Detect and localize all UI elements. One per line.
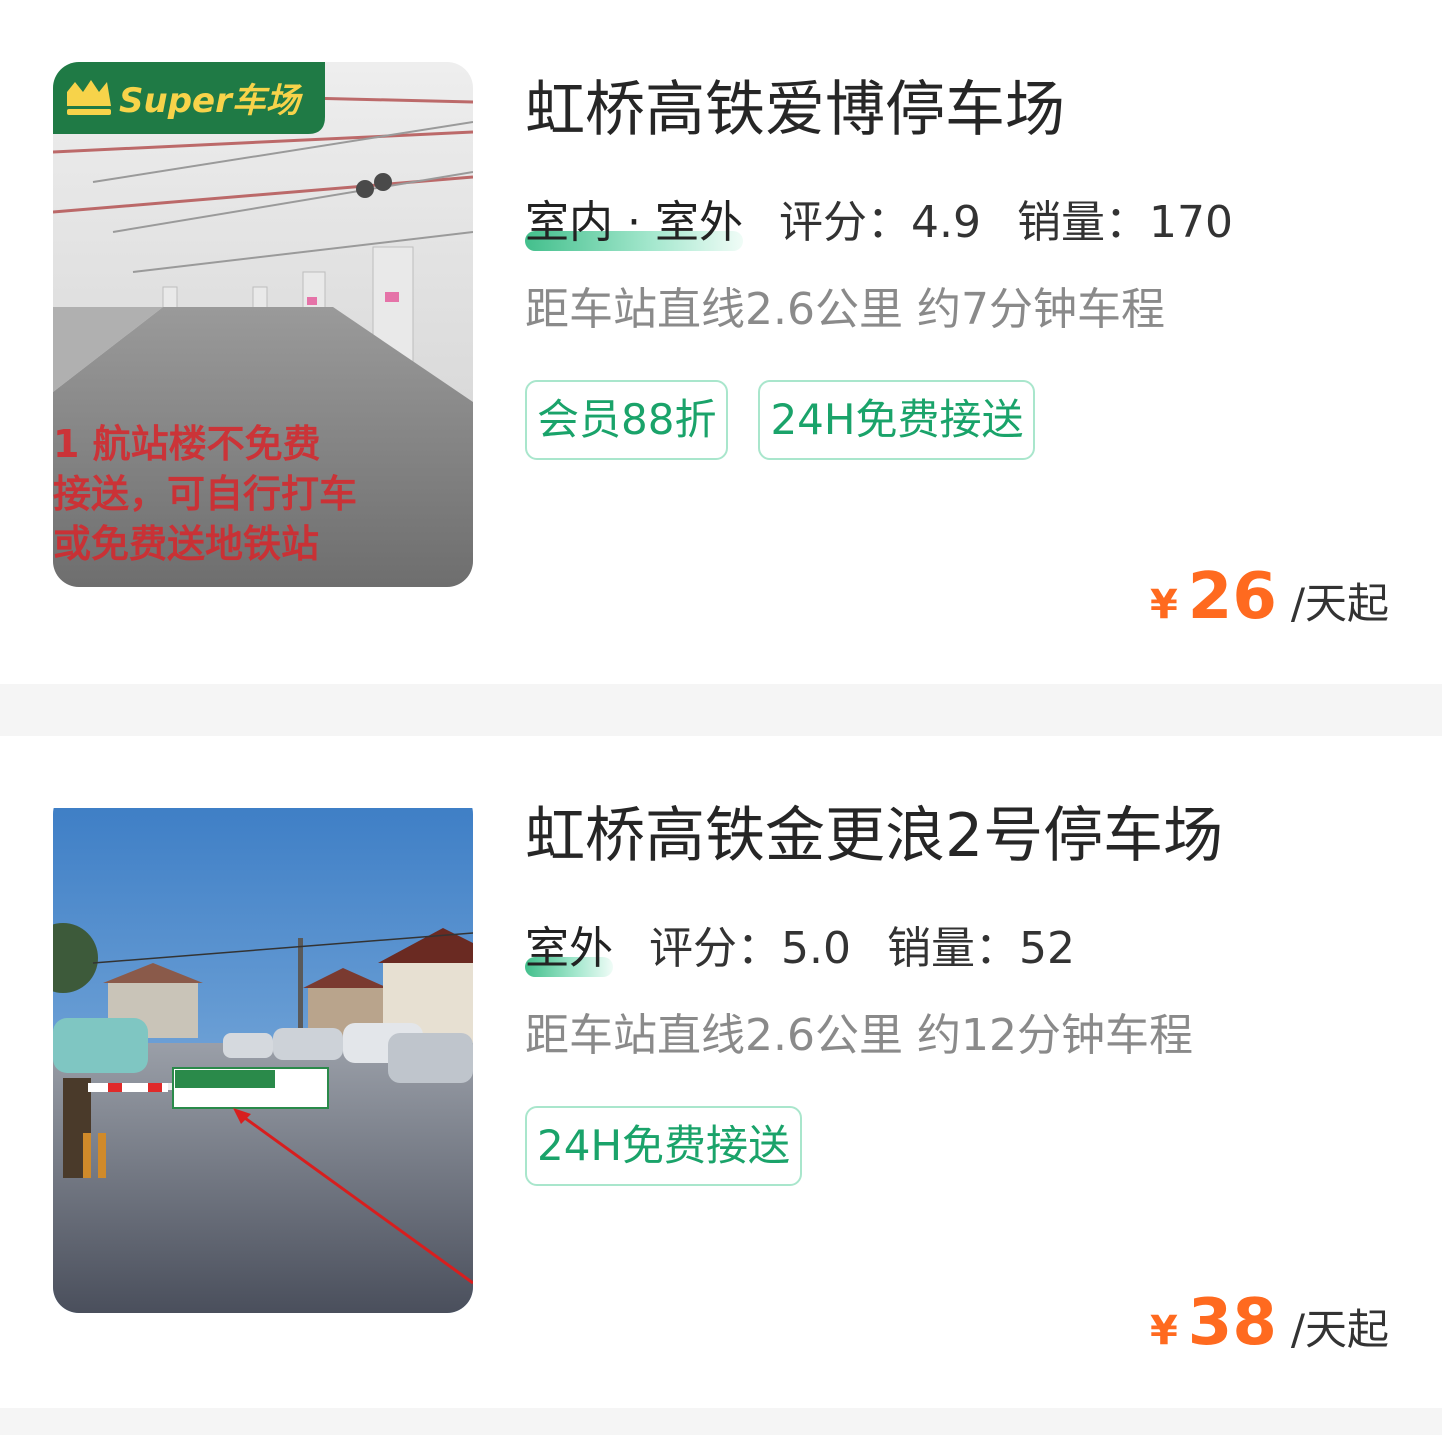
parking-lot-card[interactable]: 1 航站楼不免费 接送，可自行打车 或免费送地铁站 Super车场 虹桥高铁爱博… <box>0 0 1442 684</box>
distance-info: 距车站直线2.6公里 约12分钟车程 <box>525 1010 1193 1061</box>
image-caption: 1 航站楼不免费 接送，可自行打车 或免费送地铁站 <box>53 422 357 566</box>
tag-free-shuttle: 24H免费接送 <box>525 1106 803 1186</box>
tag-free-shuttle: 24H免费接送 <box>758 380 1036 460</box>
rating-label: 评分：5.0 <box>649 923 851 974</box>
lot-meta: 室外 评分：5.0 销量：52 <box>525 919 1111 979</box>
card-separator <box>0 684 1442 736</box>
lot-type: 室外 <box>525 919 613 979</box>
svg-text:1 航站楼不免费: 1 航站楼不免费 <box>53 422 321 466</box>
currency-symbol: ¥ <box>1149 582 1178 628</box>
price: ¥ 38 /天起 <box>1150 1286 1389 1360</box>
parking-lot-name[interactable]: 虹桥高铁金更浪2号停车场 <box>525 796 1223 876</box>
price-unit: /天起 <box>1290 1305 1389 1354</box>
svg-text:或免费送地铁站: 或免费送地铁站 <box>53 522 319 566</box>
price-value: 38 <box>1187 1286 1277 1360</box>
card-separator <box>0 1408 1442 1435</box>
parking-lot-name[interactable]: 虹桥高铁爱博停车场 <box>525 70 1065 150</box>
price-unit: /天起 <box>1290 579 1389 628</box>
tag-list: 24H免费接送 <box>525 1106 803 1186</box>
sales-label: 销量：52 <box>886 923 1075 974</box>
svg-text:接送，可自行打车: 接送，可自行打车 <box>53 472 357 516</box>
currency-symbol: ¥ <box>1149 1308 1178 1354</box>
lot-meta: 室内 · 室外 评分：4.9 销量：170 <box>525 193 1269 253</box>
parking-lot-card[interactable]: 虹桥高铁金更浪2号停车场 室外 评分：5.0 销量：52 距车站直线2.6公里 … <box>0 736 1442 1408</box>
tag-member-discount: 会员88折 <box>525 380 729 460</box>
distance-info: 距车站直线2.6公里 约7分钟车程 <box>525 284 1165 335</box>
parking-lot-photo[interactable]: 1 航站楼不免费 接送，可自行打车 或免费送地铁站 Super车场 <box>53 62 473 587</box>
crown-icon <box>67 80 111 115</box>
parking-lot-photo[interactable] <box>53 788 473 1313</box>
price: ¥ 26 /天起 <box>1150 560 1389 634</box>
price-value: 26 <box>1187 560 1277 634</box>
tag-list: 会员88折 24H免费接送 <box>525 380 1036 460</box>
super-badge: Super车场 <box>119 81 304 121</box>
sales-label: 销量：170 <box>1016 197 1233 248</box>
rating-label: 评分：4.9 <box>778 197 981 248</box>
lot-type: 室内 · 室外 <box>525 193 743 253</box>
